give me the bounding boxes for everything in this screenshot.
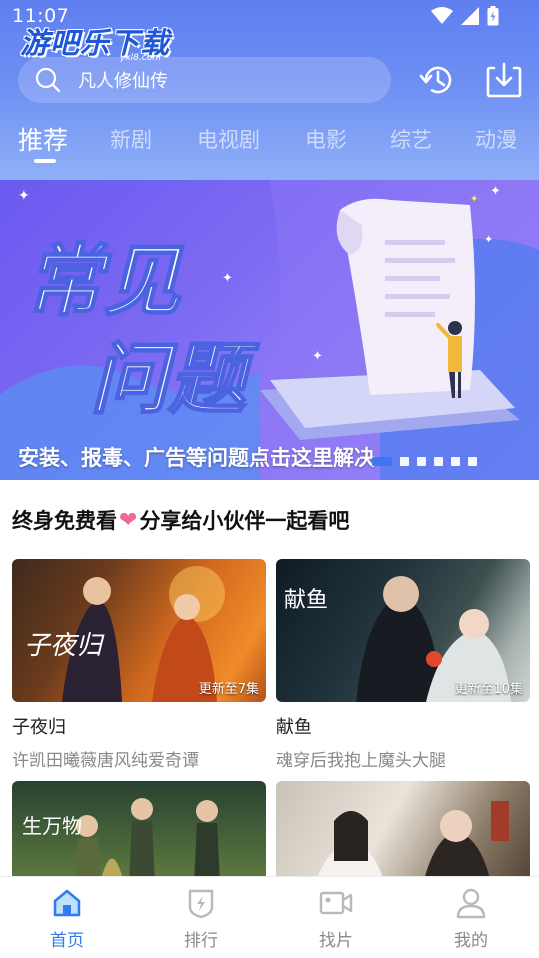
video-camera-icon xyxy=(319,891,353,915)
home-icon xyxy=(53,889,81,917)
tab-recommend[interactable]: 推荐 xyxy=(18,121,68,157)
video-title[interactable]: 子夜归 xyxy=(12,713,266,739)
search-placeholder: 凡人修仙传 xyxy=(78,71,168,92)
tab-tv-series[interactable]: 电视剧 xyxy=(197,124,260,154)
svg-text:✦: ✦ xyxy=(18,188,30,204)
tabbar-ranking[interactable]: 排行 xyxy=(161,887,241,951)
carousel-dot[interactable] xyxy=(451,457,460,466)
battery-icon xyxy=(487,6,499,26)
heart-icon: ❤ xyxy=(119,507,138,533)
video-card[interactable]: 献鱼 更新至10集 献鱼 魂穿后我抱上魔头大腿 xyxy=(276,559,530,771)
banner-title-art: 常见 问题 xyxy=(24,236,261,426)
banner-title-line2: 问题 xyxy=(90,335,260,425)
user-icon xyxy=(456,888,486,919)
tabbar-label: 我的 xyxy=(454,931,488,951)
bottom-tab-bar: 首页 排行 找片 我的 xyxy=(0,876,539,958)
download-icon[interactable] xyxy=(484,60,524,100)
tab-new-drama[interactable]: 新剧 xyxy=(110,124,152,154)
update-badge: 更新至7集 xyxy=(198,682,259,697)
tabbar-home[interactable]: 首页 xyxy=(27,887,107,951)
tab-movie[interactable]: 电影 xyxy=(305,124,347,154)
tabbar-label: 找片 xyxy=(319,931,353,951)
tab-variety[interactable]: 综艺 xyxy=(390,124,432,154)
search-input[interactable]: 凡人修仙传 xyxy=(18,57,391,103)
video-poster[interactable]: 献鱼 更新至10集 xyxy=(276,559,530,702)
ranking-icon xyxy=(188,889,214,919)
video-poster[interactable]: 子夜归 更新至7集 xyxy=(12,559,266,702)
svg-text:✦: ✦ xyxy=(470,194,478,205)
svg-text:✦: ✦ xyxy=(312,349,323,364)
tabbar-profile[interactable]: 我的 xyxy=(431,887,511,951)
section-title-left: 终身免费看 xyxy=(12,509,117,533)
video-title[interactable]: 献鱼 xyxy=(276,713,530,739)
carousel-dot[interactable] xyxy=(434,457,443,466)
poster-title: 献鱼 xyxy=(284,588,328,613)
svg-text:✦: ✦ xyxy=(490,184,501,199)
category-tabs: 推荐 新剧 电视剧 电影 综艺 动漫 xyxy=(0,118,539,168)
search-icon xyxy=(35,67,61,93)
poster-title: 生万物 xyxy=(22,814,82,838)
history-icon[interactable] xyxy=(418,60,458,100)
banner-title-line1: 常见 xyxy=(25,237,184,327)
banner-caption: 安装、报毒、广告等问题点击这里解决 xyxy=(18,446,375,470)
video-subtitle: 魂穿后我抱上魔头大腿 xyxy=(276,751,446,771)
carousel-dot[interactable] xyxy=(417,457,426,466)
carousel-dot[interactable] xyxy=(468,457,477,466)
wifi-icon xyxy=(431,7,453,24)
status-icons xyxy=(431,6,499,26)
header: 11:07 游吧乐下载 yxl8.com 凡人修仙传 推荐 新剧 电视剧 电影 … xyxy=(0,0,539,180)
active-tab-indicator xyxy=(34,159,56,163)
video-subtitle: 许凯田曦薇唐风纯爱奇谭 xyxy=(12,751,199,771)
section-title-right: 分享给小伙伴一起看吧 xyxy=(139,509,350,533)
banner-carousel[interactable]: ✦ ✦ ✦ ✦ ✦ ✦ 常见 问题 安装、报毒、广告等问题点击这里解决 xyxy=(0,180,539,480)
poster-title: 子夜归 xyxy=(24,631,105,661)
carousel-dot[interactable] xyxy=(372,457,392,466)
video-card[interactable]: 子夜归 更新至7集 子夜归 许凯田曦薇唐风纯爱奇谭 xyxy=(12,559,266,771)
signal-icon xyxy=(461,7,479,25)
section-title: 终身免费看 ❤ 分享给小伙伴一起看吧 xyxy=(12,505,349,535)
carousel-dot[interactable] xyxy=(400,457,409,466)
carousel-dots xyxy=(372,457,477,466)
tabbar-discover[interactable]: 找片 xyxy=(296,887,376,951)
tabbar-label: 排行 xyxy=(184,931,218,951)
tabbar-label: 首页 xyxy=(50,931,84,951)
update-badge: 更新至10集 xyxy=(454,682,523,697)
svg-text:✦: ✦ xyxy=(484,233,493,246)
tab-anime[interactable]: 动漫 xyxy=(475,124,517,154)
